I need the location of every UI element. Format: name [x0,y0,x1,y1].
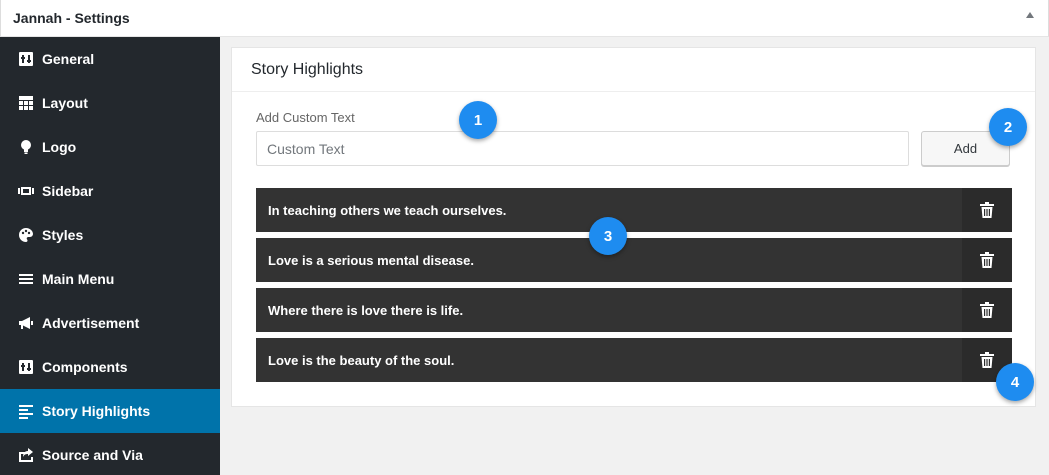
sidebar-item-label: Logo [42,139,77,155]
share-icon [17,447,34,464]
megaphone-icon [17,315,34,332]
panel-title: Story Highlights [251,60,364,78]
palette-icon [17,227,34,244]
highlight-text: Love is the beauty of the soul. [268,352,455,368]
sidebar-item-logo[interactable]: Logo [0,125,220,169]
annotation-badge-2: 2 [989,108,1027,146]
sidebar-item-source-and-via[interactable]: Source and Via [0,433,220,475]
panel-header: Story Highlights [232,48,1035,92]
window-title: Jannah - Settings [13,10,130,26]
annotation-badge-3: 3 [589,217,627,255]
sidebar-item-sidebar[interactable]: Sidebar [0,169,220,213]
sidebar-item-label: Main Menu [42,271,115,287]
trash-icon [980,302,994,318]
sidebar-item-main-menu[interactable]: Main Menu [0,257,220,301]
sidebar-item-label: General [42,51,95,67]
delete-button[interactable] [962,288,1012,332]
custom-text-label: Add Custom Text [256,110,355,125]
sidebar-item-styles[interactable]: Styles [0,213,220,257]
highlight-item[interactable]: Where there is love there is life. [256,288,1012,332]
sidebar-item-label: Advertisement [42,315,140,331]
highlights-list: In teaching others we teach ourselves. L… [256,188,1012,388]
trash-icon [980,352,994,368]
sidebar-item-label: Layout [42,95,88,111]
collapse-toggle-icon[interactable] [1026,12,1034,18]
sidebar-item-advertisement[interactable]: Advertisement [0,301,220,345]
lightbulb-icon [17,139,34,156]
sidebar-item-label: Source and Via [42,447,143,463]
sidebar-item-components[interactable]: Components [0,345,220,389]
sidebar-item-layout[interactable]: Layout [0,81,220,125]
menu-icon [17,271,34,288]
sidebar-item-label: Sidebar [42,183,94,199]
highlight-text: In teaching others we teach ourselves. [268,202,507,218]
components-icon [17,359,34,376]
sidebar-item-general[interactable]: General [0,37,220,81]
highlight-text: Where there is love there is life. [268,302,464,318]
annotation-badge-4: 4 [996,363,1034,401]
highlight-item[interactable]: In teaching others we teach ourselves. [256,188,1012,232]
trash-icon [980,202,994,218]
settings-sidebar: General Layout Logo Sidebar Styles Main … [0,37,220,475]
sidebar-item-label: Story Highlights [42,403,151,419]
align-left-icon [17,403,34,420]
delete-button[interactable] [962,188,1012,232]
highlight-item[interactable]: Love is the beauty of the soul. [256,338,1012,382]
sidebar-icon [17,183,34,200]
sidebar-item-story-highlights[interactable]: Story Highlights [0,389,220,433]
settings-titlebar: Jannah - Settings [0,0,1049,37]
story-highlights-panel: Story Highlights Add Custom Text Add In … [231,47,1036,407]
delete-button[interactable] [962,238,1012,282]
sidebar-item-label: Components [42,359,128,375]
general-icon [17,51,34,68]
sidebar-item-label: Styles [42,227,84,243]
custom-text-input[interactable] [256,131,909,166]
annotation-badge-1: 1 [459,101,497,139]
main-content: Story Highlights Add Custom Text Add In … [220,37,1049,475]
layout-icon [17,95,34,112]
trash-icon [980,252,994,268]
highlight-item[interactable]: Love is a serious mental disease. [256,238,1012,282]
